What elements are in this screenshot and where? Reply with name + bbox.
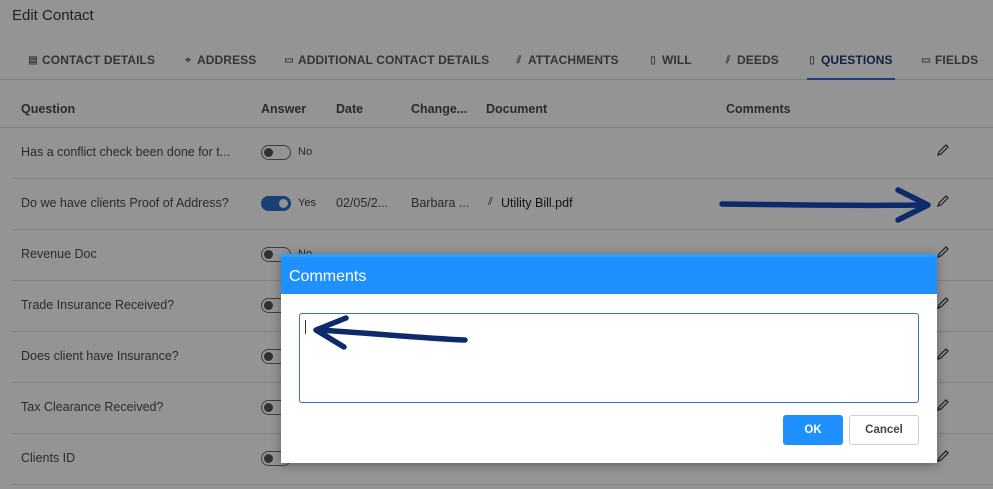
text-caret — [305, 320, 306, 334]
dialog-title: Comments — [289, 268, 367, 285]
edit-contact-page: Edit Contact ▤ CONTACT DETAILS ⌖ ADDRESS… — [0, 0, 993, 489]
ok-button[interactable]: OK — [783, 415, 843, 445]
comments-dialog: Comments OK Cancel — [281, 254, 937, 463]
comments-textarea[interactable] — [299, 313, 919, 403]
dialog-header[interactable]: Comments — [281, 254, 937, 294]
cancel-button[interactable]: Cancel — [849, 415, 919, 445]
